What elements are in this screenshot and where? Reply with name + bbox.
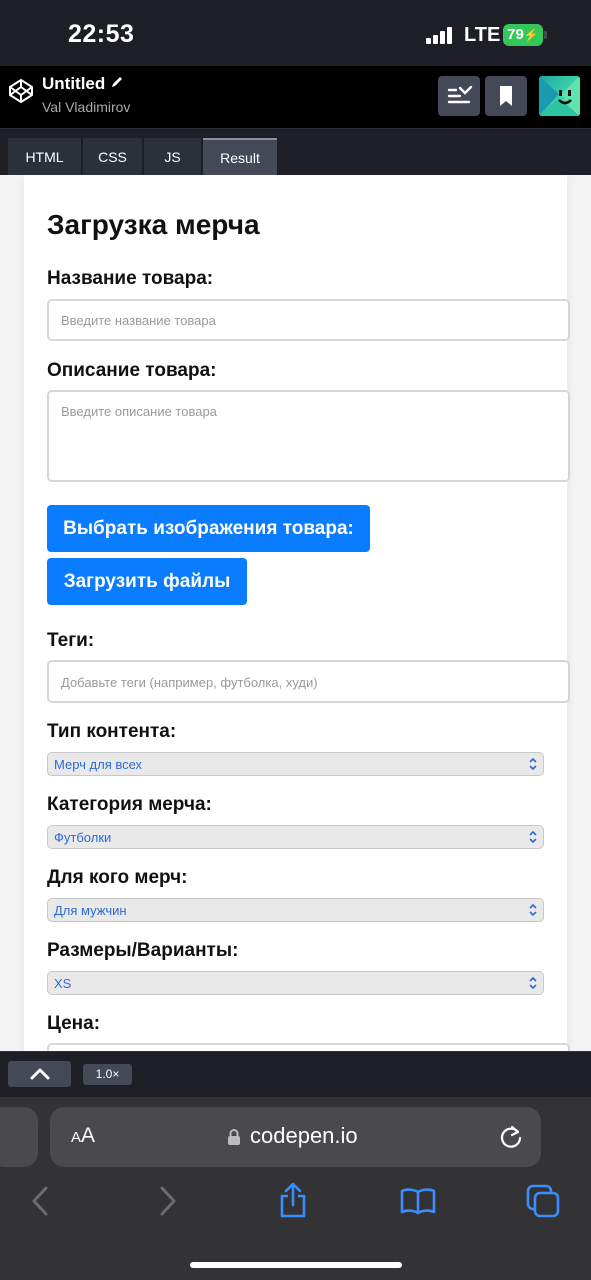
avatar-face-icon — [539, 76, 580, 116]
select-chevron-icon — [529, 830, 537, 844]
edit-pencil-icon[interactable] — [110, 75, 124, 89]
forward-icon[interactable] — [158, 1185, 178, 1217]
chevron-up-icon — [30, 1068, 50, 1080]
editor-tabs: HTML CSS JS Result — [0, 128, 591, 176]
tab-js[interactable]: JS — [144, 138, 201, 176]
result-preview: Загрузка мерча Название товара: Введите … — [0, 175, 591, 1051]
battery-icon: 79⚡ — [503, 24, 543, 46]
text-size-button[interactable]: AA — [71, 1124, 95, 1148]
expand-console-button[interactable] — [8, 1061, 71, 1087]
codepen-logo-icon[interactable] — [8, 78, 34, 104]
list-check-icon — [447, 85, 473, 104]
settings-menu-button[interactable] — [438, 76, 480, 116]
audience-select[interactable]: Для мужчин — [47, 898, 544, 922]
content-type-label: Тип контента: — [47, 721, 177, 742]
reload-icon[interactable] — [498, 1124, 524, 1150]
codepen-bottom-bar: 1.0× — [0, 1051, 591, 1097]
address-bar[interactable]: AA codepen.io — [50, 1107, 541, 1167]
tab-result[interactable]: Result — [203, 138, 277, 176]
home-indicator — [190, 1262, 402, 1268]
product-name-input[interactable]: Введите название товара — [47, 299, 570, 341]
lock-icon — [228, 1129, 240, 1145]
back-icon[interactable] — [30, 1185, 50, 1217]
upload-files-button[interactable]: Загрузить файлы — [47, 558, 247, 605]
user-avatar[interactable] — [539, 76, 580, 116]
audience-value: Для мужчин — [54, 903, 127, 918]
page-title: Загрузка мерча — [47, 209, 260, 240]
tags-input[interactable]: Добавьте теги (например, футболка, худи) — [47, 660, 570, 703]
share-icon[interactable] — [278, 1181, 308, 1219]
pen-author[interactable]: Val Vladimirov — [42, 99, 130, 115]
select-chevron-icon — [529, 976, 537, 990]
select-chevron-icon — [529, 903, 537, 917]
codepen-header: Untitled Val Vladimirov — [0, 66, 591, 128]
tags-label: Теги: — [47, 630, 95, 651]
tags-placeholder: Добавьте теги (например, футболка, худи) — [61, 675, 318, 690]
network-type: LTE — [464, 24, 501, 46]
battery-level: 79 — [507, 26, 524, 43]
previous-tab-preview[interactable] — [0, 1107, 38, 1167]
sizes-value: XS — [54, 976, 72, 991]
content-type-value: Мерч для всех — [54, 757, 143, 772]
sizes-select[interactable]: XS — [47, 971, 544, 995]
cellular-signal-icon — [426, 27, 454, 44]
merch-category-label: Категория мерча: — [47, 794, 212, 815]
product-description-label: Описание товара: — [47, 360, 217, 381]
bookmark-button[interactable] — [485, 76, 527, 116]
browser-toolbar: AA codepen.io — [0, 1097, 591, 1280]
product-description-textarea[interactable]: Введите описание товара — [47, 390, 570, 482]
tabs-overview-icon[interactable] — [526, 1184, 560, 1218]
clock: 22:53 — [68, 20, 135, 48]
zoom-level-button[interactable]: 1.0× — [83, 1064, 132, 1085]
product-name-label: Название товара: — [47, 268, 214, 289]
select-chevron-icon — [529, 757, 537, 771]
product-name-placeholder: Введите название товара — [61, 313, 216, 328]
audience-label: Для кого мерч: — [47, 867, 188, 888]
content-type-select[interactable]: Мерч для всех — [47, 752, 544, 776]
choose-images-button[interactable]: Выбрать изображения товара: — [47, 505, 370, 552]
pen-title[interactable]: Untitled — [42, 74, 105, 94]
sizes-label: Размеры/Варианты: — [47, 940, 239, 961]
price-input[interactable] — [47, 1043, 570, 1051]
bookmark-icon — [500, 86, 512, 106]
battery-tip — [544, 31, 547, 39]
status-bar: 22:53 LTE 79⚡ — [0, 0, 591, 66]
tab-css[interactable]: CSS — [83, 138, 142, 176]
tab-html[interactable]: HTML — [8, 138, 81, 176]
product-description-placeholder: Введите описание товара — [61, 404, 217, 419]
price-label: Цена: — [47, 1013, 101, 1034]
bookmarks-book-icon[interactable] — [400, 1187, 436, 1215]
merch-category-value: Футболки — [54, 830, 112, 845]
merch-category-select[interactable]: Футболки — [47, 825, 544, 849]
url-text[interactable]: codepen.io — [250, 1123, 358, 1149]
